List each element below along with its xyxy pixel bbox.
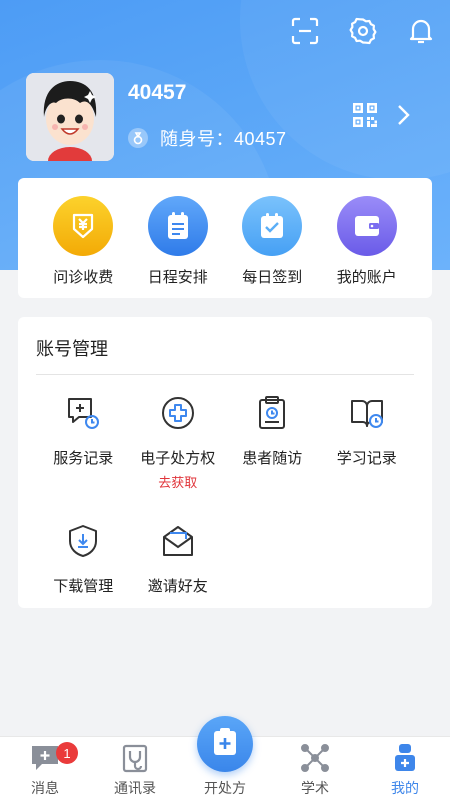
menu-item-study-record[interactable]: 学习记录 [320, 393, 415, 491]
checkin-icon [242, 196, 303, 256]
get-permission-link[interactable]: 去获取 [158, 472, 197, 491]
menu-item-label: 服务记录 [53, 450, 114, 467]
quick-action-label: 问诊收费 [53, 269, 114, 286]
tab-mine[interactable]: 我的 [360, 737, 450, 800]
menu-item-invite-friends[interactable]: 邀请好友 [131, 521, 226, 596]
top-toolbar [290, 16, 436, 46]
user-name: 40457 [128, 81, 187, 104]
study-record-icon [347, 393, 387, 433]
menu-item-label: 电子处方权 [140, 450, 216, 467]
stethoscope-contacts-icon [118, 744, 152, 773]
scan-icon[interactable] [290, 16, 320, 46]
service-record-icon [63, 393, 103, 433]
notification-bell-icon[interactable] [406, 16, 436, 46]
divider [36, 374, 414, 375]
wallet-icon [336, 196, 397, 256]
avatar[interactable] [26, 73, 114, 161]
schedule-icon [147, 196, 208, 256]
prescribe-button[interactable] [197, 716, 253, 772]
tab-label: 学术 [301, 780, 329, 796]
quick-action-label: 日程安排 [147, 269, 208, 286]
doctor-profile-icon [388, 744, 422, 772]
tab-label: 通讯录 [114, 780, 156, 796]
chevron-right-icon[interactable] [396, 104, 410, 131]
user-profile[interactable]: 40457 随身号：40457 [26, 73, 287, 161]
tab-messages[interactable]: 1 消息 [0, 737, 90, 800]
qr-code-entry[interactable] [352, 102, 410, 133]
unread-count-badge: 1 [56, 742, 78, 764]
settings-gear-icon[interactable] [348, 16, 378, 46]
quick-action-label: 我的账户 [336, 269, 397, 286]
download-shield-icon [63, 521, 103, 561]
menu-item-label: 下载管理 [53, 578, 114, 595]
menu-item-e-prescription[interactable]: 电子处方权 去获取 [131, 393, 226, 491]
quick-action-my-account[interactable]: 我的账户 [327, 196, 407, 298]
menu-item-label: 学习记录 [336, 450, 397, 467]
section-title: 账号管理 [36, 339, 108, 359]
yen-card-icon [53, 196, 114, 256]
user-id-number: 随身号：40457 [160, 129, 287, 149]
menu-item-label: 邀请好友 [147, 578, 208, 595]
tab-label: 消息 [31, 780, 59, 796]
menu-item-label: 患者随访 [242, 450, 303, 467]
patient-followup-icon [252, 393, 292, 433]
tab-academic[interactable]: 学术 [270, 737, 360, 800]
tab-label: 我的 [391, 780, 419, 796]
quick-action-schedule[interactable]: 日程安排 [138, 196, 218, 298]
quick-action-label: 每日签到 [242, 269, 303, 286]
menu-item-service-record[interactable]: 服务记录 [36, 393, 131, 491]
tab-contacts[interactable]: 通讯录 [90, 737, 180, 800]
menu-item-patient-followup[interactable]: 患者随访 [225, 393, 320, 491]
prescription-clipboard-icon [211, 727, 239, 762]
id-badge-icon [128, 128, 148, 148]
molecule-icon [298, 744, 332, 772]
account-management-card: 账号管理 服务记录 电子处方权 去获取 患者随访 学习记录 下载管理 邀请好友 [18, 317, 432, 608]
menu-item-download-management[interactable]: 下载管理 [36, 521, 131, 596]
qr-code-icon[interactable] [352, 102, 378, 133]
prescription-icon [158, 393, 198, 433]
tab-label: 开处方 [204, 780, 246, 796]
invite-mail-icon [158, 521, 198, 561]
quick-action-consult-fee[interactable]: 问诊收费 [43, 196, 123, 298]
quick-actions-card: 问诊收费 日程安排 每日签到 我的账户 [18, 178, 432, 298]
quick-action-checkin[interactable]: 每日签到 [232, 196, 312, 298]
